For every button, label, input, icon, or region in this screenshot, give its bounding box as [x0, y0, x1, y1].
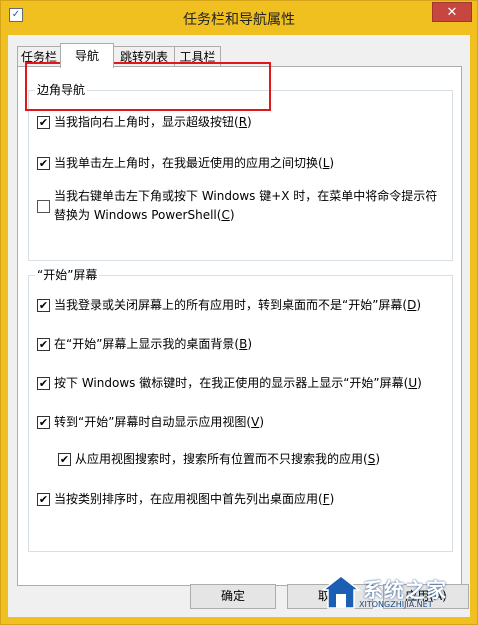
checkbox-desktop-background[interactable]: ✔ [37, 338, 50, 351]
start-screen-title: “开始”屏幕 [35, 268, 100, 282]
ok-button[interactable]: 确定 [190, 584, 276, 609]
corner-navigation-group: 边角导航 ✔ 当我指向右上角时，显示超级按钮(R) ✔ 当我单击左上角时，在我最… [28, 83, 453, 261]
navigation-panel: 边角导航 ✔ 当我指向右上角时，显示超级按钮(R) ✔ 当我单击左上角时，在我最… [17, 66, 462, 586]
close-button[interactable]: ✕ [432, 2, 472, 22]
checkbox-desktop-apps-first[interactable]: ✔ [37, 493, 50, 506]
tab-navigation[interactable]: 导航 [60, 43, 114, 68]
watermark-url: XITONGZHIJIA.NET [359, 600, 433, 609]
dialog-window: ✓ 任务栏和导航属性 ✕ 任务栏 导航 跳转列表 工具栏 边角导航 ✔ 当我指向… [0, 0, 478, 625]
dialog-client: 任务栏 导航 跳转列表 工具栏 边角导航 ✔ 当我指向右上角时，显示超级按钮(R… [8, 35, 470, 617]
title-bar[interactable]: ✓ 任务栏和导航属性 ✕ [1, 1, 477, 35]
checkbox-charms[interactable]: ✔ [37, 116, 50, 129]
checkbox-go-to-desktop[interactable]: ✔ [37, 299, 50, 312]
checkbox-current-display[interactable]: ✔ [37, 377, 50, 390]
start-screen-group: “开始”屏幕 ✔ 当我登录或关闭屏幕上的所有应用时，转到桌面而不是“开始”屏幕(… [28, 268, 453, 552]
checkbox-powershell[interactable] [37, 200, 50, 213]
checkbox-search-everywhere[interactable]: ✔ [58, 453, 71, 466]
highlight-annotation [25, 62, 271, 111]
checkbox-switch-apps[interactable]: ✔ [37, 157, 50, 170]
site-watermark: 系统之家 XITONGZHIJIA.NET [319, 572, 469, 612]
checkbox-show-apps-view[interactable]: ✔ [37, 416, 50, 429]
window-title: 任务栏和导航属性 [183, 12, 295, 28]
watermark-title: 系统之家 [363, 578, 447, 602]
house-logo-icon [321, 575, 361, 609]
